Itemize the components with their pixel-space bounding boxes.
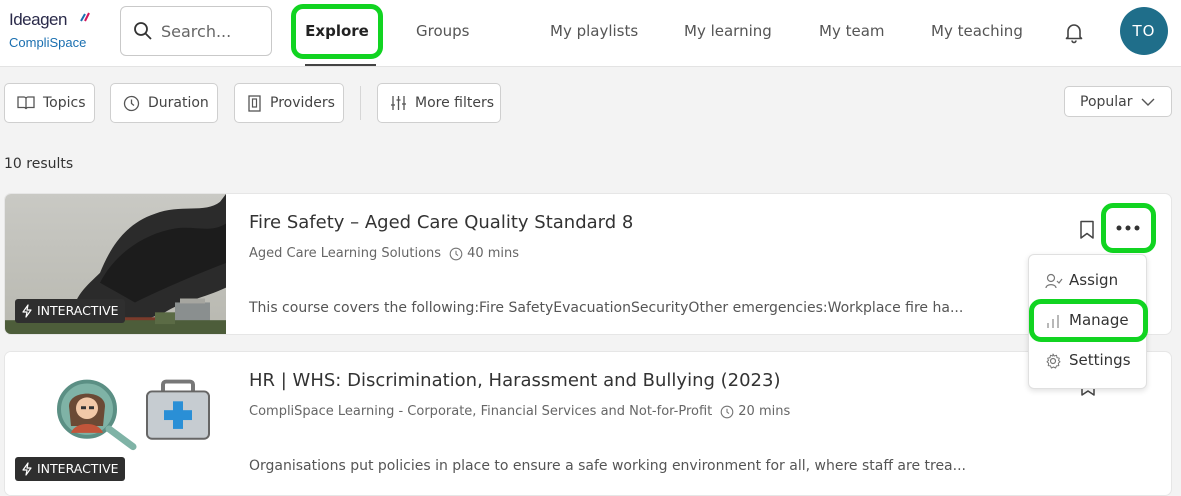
logo-line1: Ideagen [9, 10, 67, 29]
course-card[interactable]: INTERACTIVE HR | WHS: Discrimination, Ha… [4, 351, 1172, 496]
sort-label: Popular [1080, 94, 1133, 110]
interactive-badge: INTERACTIVE [15, 457, 125, 481]
menu-item-settings[interactable]: Settings [1029, 343, 1148, 379]
course-meta: Aged Care Learning Solutions 40 mins [249, 246, 519, 261]
course-provider: CompliSpace Learning - Corporate, Financ… [249, 404, 713, 419]
nav-groups[interactable]: Groups [416, 22, 469, 40]
assign-label: Assign [1069, 271, 1119, 289]
more-dots-icon [1116, 225, 1140, 231]
course-description: This course covers the following:Fire Sa… [249, 300, 964, 316]
assign-user-icon [1045, 273, 1063, 289]
results-count: 10 results [4, 156, 74, 172]
lightning-icon [22, 462, 32, 476]
clock-icon [720, 405, 734, 418]
course-provider: Aged Care Learning Solutions [249, 246, 442, 261]
ideagen-complispace-logo[interactable]: Ideagen CompliSpace [9, 10, 99, 54]
chevron-down-icon [1141, 98, 1155, 106]
search-input[interactable] [161, 20, 265, 42]
duration-filter-button[interactable]: Duration [110, 83, 218, 123]
providers-label: Providers [270, 95, 335, 111]
menu-item-assign[interactable]: Assign [1029, 263, 1148, 299]
course-description: Organisations put policies in place to e… [249, 458, 966, 474]
nav-my-team[interactable]: My team [819, 22, 885, 40]
nav-my-teaching[interactable]: My teaching [931, 22, 1023, 40]
duration-label: Duration [148, 95, 209, 111]
search-box[interactable] [120, 6, 272, 56]
book-icon [17, 96, 35, 110]
lightning-icon [22, 304, 32, 318]
course-title[interactable]: HR | WHS: Discrimination, Harassment and… [249, 370, 780, 391]
search-icon [134, 22, 152, 40]
settings-label: Settings [1069, 351, 1131, 369]
nav-my-playlists[interactable]: My playlists [550, 22, 638, 40]
sort-dropdown[interactable]: Popular [1064, 86, 1172, 117]
topics-label: Topics [43, 95, 86, 111]
nav-my-learning[interactable]: My learning [684, 22, 772, 40]
user-avatar[interactable]: TO [1120, 7, 1168, 55]
filter-divider [360, 86, 361, 120]
manage-highlight [1029, 299, 1148, 342]
nav-explore[interactable]: Explore [296, 22, 378, 40]
logo-mark-icon [80, 12, 90, 22]
course-meta: CompliSpace Learning - Corporate, Financ… [249, 404, 790, 419]
bookmark-icon[interactable] [1079, 220, 1095, 240]
providers-filter-button[interactable]: Providers [234, 83, 344, 123]
top-header: Ideagen CompliSpace Explore Groups My pl… [0, 0, 1181, 67]
more-filters-button[interactable]: More filters [377, 83, 501, 123]
course-duration: 20 mins [738, 404, 791, 419]
course-title[interactable]: Fire Safety – Aged Care Quality Standard… [249, 212, 633, 233]
active-tab-underline [305, 64, 376, 66]
topics-filter-button[interactable]: Topics [4, 83, 95, 123]
badge-label: INTERACTIVE [37, 461, 119, 476]
clock-icon [449, 247, 463, 260]
gear-icon [1046, 353, 1061, 369]
notification-bell-icon[interactable] [1062, 20, 1086, 44]
building-icon [248, 94, 261, 112]
interactive-badge: INTERACTIVE [15, 299, 125, 323]
clock-icon [123, 95, 140, 111]
more-filters-label: More filters [415, 95, 495, 111]
badge-label: INTERACTIVE [37, 303, 119, 318]
logo-line2: CompliSpace [9, 35, 87, 50]
course-card[interactable]: INTERACTIVE Fire Safety – Aged Care Qual… [4, 193, 1172, 335]
course-duration: 40 mins [467, 246, 520, 261]
sliders-icon [391, 96, 406, 110]
